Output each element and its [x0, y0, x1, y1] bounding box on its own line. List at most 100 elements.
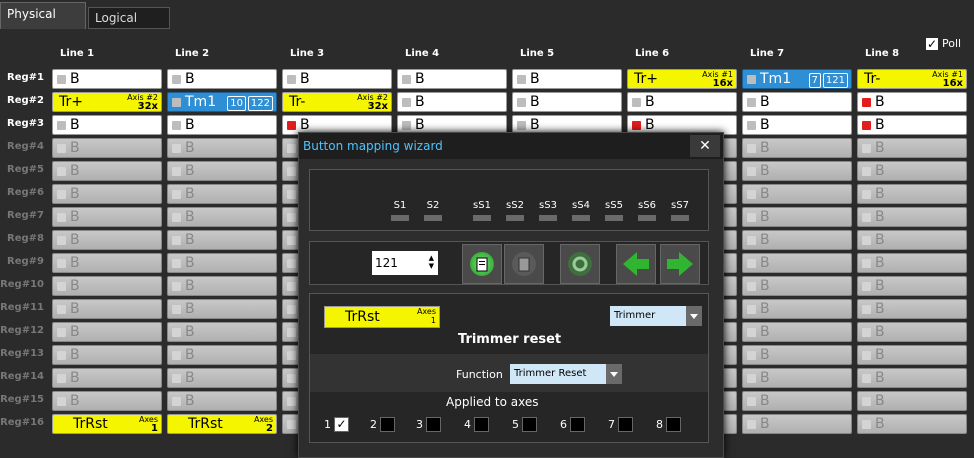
button-cell[interactable]: B [857, 391, 967, 411]
button-cell[interactable]: B [52, 345, 162, 365]
button-cell[interactable]: B [52, 161, 162, 181]
shift-button[interactable]: sS7 [668, 200, 692, 221]
button-cell[interactable]: B [857, 138, 967, 158]
button-cell[interactable]: B [52, 184, 162, 204]
shift-button[interactable]: sS4 [569, 200, 593, 221]
paste-button[interactable] [462, 244, 502, 284]
button-cell[interactable]: B [167, 161, 277, 181]
button-cell[interactable]: B [167, 368, 277, 388]
button-cell[interactable]: B [742, 115, 852, 135]
axis-checkbox[interactable]: 3 [416, 417, 441, 432]
button-cell[interactable]: TrRst Axes 1 [52, 414, 162, 434]
button-cell[interactable]: B [857, 161, 967, 181]
button-cell[interactable]: B [742, 253, 852, 273]
button-cell[interactable]: Tr- Axis #1 16x [857, 69, 967, 89]
button-cell[interactable]: B [742, 138, 852, 158]
button-cell[interactable]: B [167, 138, 277, 158]
button-cell[interactable]: B [857, 276, 967, 296]
button-cell[interactable]: B [742, 92, 852, 112]
previous-button[interactable] [616, 244, 656, 284]
button-cell[interactable]: B [857, 92, 967, 112]
button-cell[interactable]: B [397, 92, 507, 112]
button-cell[interactable]: B [857, 322, 967, 342]
axis-checkbox[interactable]: 5 [512, 417, 537, 432]
button-cell[interactable]: B [857, 230, 967, 250]
chevron-down-icon[interactable] [686, 306, 702, 326]
button-cell[interactable]: Tr+ Axis #2 32x [52, 92, 162, 112]
button-cell[interactable]: B [167, 230, 277, 250]
button-cell[interactable]: B [397, 69, 507, 89]
button-cell[interactable]: Tr+ Axis #1 16x [627, 69, 737, 89]
chevron-down-icon[interactable] [606, 364, 622, 384]
shift-button[interactable]: sS5 [602, 200, 626, 221]
button-cell[interactable]: B [52, 391, 162, 411]
button-cell[interactable]: B [742, 230, 852, 250]
shift-button[interactable]: sS6 [635, 200, 659, 221]
button-cell[interactable]: B [167, 69, 277, 89]
button-cell[interactable]: B [742, 345, 852, 365]
button-cell[interactable]: B [52, 322, 162, 342]
button-cell[interactable]: B [167, 253, 277, 273]
shift-button[interactable]: S1 [388, 200, 412, 221]
shift-button[interactable]: sS2 [503, 200, 527, 221]
clipboard-button[interactable] [504, 244, 544, 284]
button-cell[interactable]: B [857, 115, 967, 135]
button-cell[interactable]: B [742, 207, 852, 227]
axis-checkbox[interactable]: 6 [560, 417, 585, 432]
button-cell[interactable]: B [742, 322, 852, 342]
button-cell[interactable]: B [742, 276, 852, 296]
axis-checkbox[interactable]: 1 ✓ [324, 417, 349, 432]
button-cell[interactable]: B [52, 276, 162, 296]
button-cell[interactable]: B [857, 368, 967, 388]
button-cell[interactable]: B [857, 345, 967, 365]
button-cell[interactable]: B [742, 414, 852, 434]
close-button[interactable]: ✕ [690, 135, 720, 157]
button-cell[interactable]: B [857, 299, 967, 319]
function-select[interactable]: Trimmer Reset [510, 364, 622, 384]
button-cell[interactable]: B [857, 414, 967, 434]
button-cell[interactable]: B [167, 345, 277, 365]
button-cell[interactable]: B [742, 368, 852, 388]
button-cell[interactable]: B [167, 391, 277, 411]
button-cell[interactable]: B [167, 207, 277, 227]
button-cell[interactable]: B [52, 138, 162, 158]
axis-checkbox[interactable]: 4 [464, 417, 489, 432]
button-cell[interactable]: B [52, 207, 162, 227]
button-cell[interactable]: B [52, 368, 162, 388]
type-select[interactable]: Trimmer [610, 306, 702, 326]
button-cell[interactable]: Tm1 7 121 [742, 69, 852, 89]
button-cell[interactable]: B [167, 322, 277, 342]
axis-checkbox[interactable]: 2 [370, 417, 395, 432]
tab-logical-layer[interactable]: Logical layer [88, 7, 170, 45]
button-cell[interactable]: B [742, 299, 852, 319]
button-cell[interactable]: B [512, 92, 622, 112]
spinner-arrows-icon[interactable]: ▲ ▼ [429, 254, 434, 270]
button-cell[interactable]: B [52, 230, 162, 250]
shift-button[interactable]: sS1 [470, 200, 494, 221]
button-cell[interactable]: B [167, 184, 277, 204]
button-cell[interactable]: B [282, 69, 392, 89]
axis-checkbox[interactable]: 7 [608, 417, 633, 432]
button-cell[interactable]: B [627, 92, 737, 112]
button-cell[interactable]: B [857, 253, 967, 273]
button-cell[interactable]: B [857, 184, 967, 204]
button-cell[interactable]: B [52, 69, 162, 89]
poll-checkbox[interactable]: ✓ Poll [926, 37, 961, 50]
button-number-spinner[interactable]: 121 ▲ ▼ [372, 251, 438, 275]
button-cell[interactable]: B [52, 115, 162, 135]
button-cell[interactable]: B [52, 253, 162, 273]
button-cell[interactable]: B [742, 391, 852, 411]
button-cell[interactable]: B [512, 69, 622, 89]
button-cell[interactable]: B [742, 161, 852, 181]
shift-button[interactable]: sS3 [536, 200, 560, 221]
button-cell[interactable]: TrRst Axes 2 [167, 414, 277, 434]
button-cell[interactable]: B [167, 115, 277, 135]
axis-checkbox[interactable]: 8 [656, 417, 681, 432]
button-cell[interactable]: B [167, 299, 277, 319]
reset-button[interactable] [560, 244, 600, 284]
button-cell[interactable]: Tm1 10 122 [167, 92, 277, 112]
button-cell[interactable]: B [857, 207, 967, 227]
next-button[interactable] [660, 244, 700, 284]
button-cell[interactable]: B [742, 184, 852, 204]
button-cell[interactable]: B [167, 276, 277, 296]
